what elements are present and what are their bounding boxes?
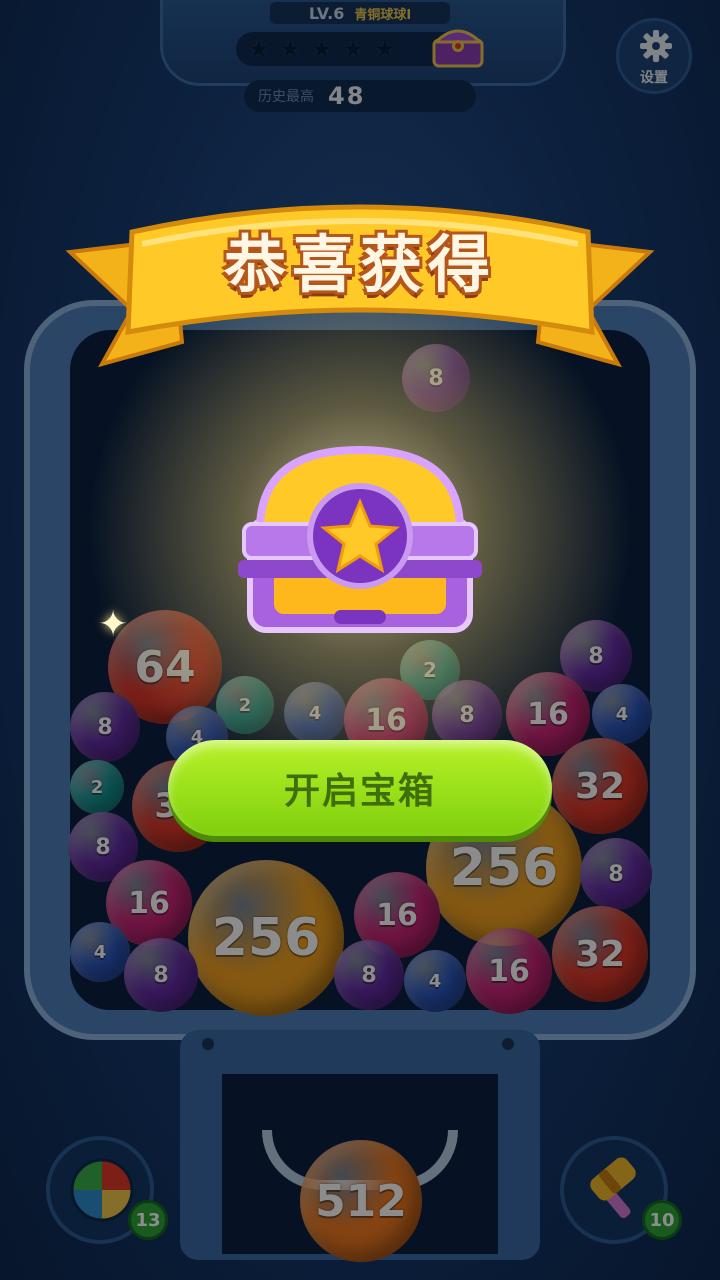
open-chest-button[interactable]: 开启宝箱 [168,740,552,836]
popup-title: 恭喜获得 [223,228,496,301]
open-chest-label: 开启宝箱 [283,770,436,811]
game-screen: LV.6 青铜球球I ★ ★ ★ ★ ★ 历史最高 48 设置 8 256 8 … [0,0,720,1280]
treasure-chest-icon[interactable] [230,440,490,640]
sparkle-icon: ✦ [98,604,129,645]
